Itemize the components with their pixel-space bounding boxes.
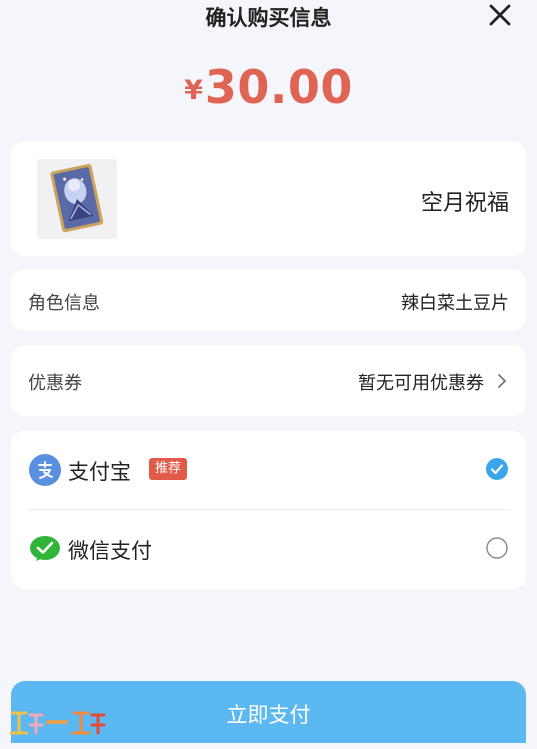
header: 确认购买信息 [0, 0, 537, 34]
wechat-pay-icon [30, 536, 60, 561]
recommend-badge: 推荐 [149, 458, 188, 480]
coupon-value: 暂无可用优惠券 [358, 373, 484, 394]
currency-symbol: ¥ [184, 75, 203, 106]
alipay-label: 支付宝 [68, 460, 131, 484]
role-name-value: 辣白菜土豆片 [401, 293, 509, 314]
close-icon[interactable] [487, 2, 513, 28]
payment-option-alipay[interactable]: 支付宝 推荐 [11, 431, 526, 510]
dialog-title: 确认购买信息 [205, 6, 332, 30]
site-watermark-logo [9, 711, 106, 735]
payment-methods-card: 支付宝 推荐 微信支付 [11, 431, 526, 589]
product-name: 空月祝福 [420, 191, 509, 216]
role-info-row: 角色信息 辣白菜土豆片 [11, 269, 526, 331]
product-card: 空月祝福 [11, 141, 526, 256]
price-display: ¥30.00 [0, 60, 537, 114]
price-amount: 30.00 [204, 60, 353, 114]
chevron-right-icon [498, 374, 506, 388]
wechat-pay-label: 微信支付 [68, 539, 152, 563]
radio-unchecked-icon[interactable] [486, 537, 508, 559]
alipay-icon [29, 454, 61, 486]
role-info-label: 角色信息 [28, 293, 100, 314]
payment-option-wechat[interactable]: 微信支付 [11, 510, 526, 589]
card-artwork-thumbnail [37, 159, 117, 239]
radio-checked-icon[interactable] [486, 458, 508, 480]
coupon-label: 优惠券 [28, 373, 82, 394]
coupon-row[interactable]: 优惠券 暂无可用优惠券 [11, 345, 526, 416]
